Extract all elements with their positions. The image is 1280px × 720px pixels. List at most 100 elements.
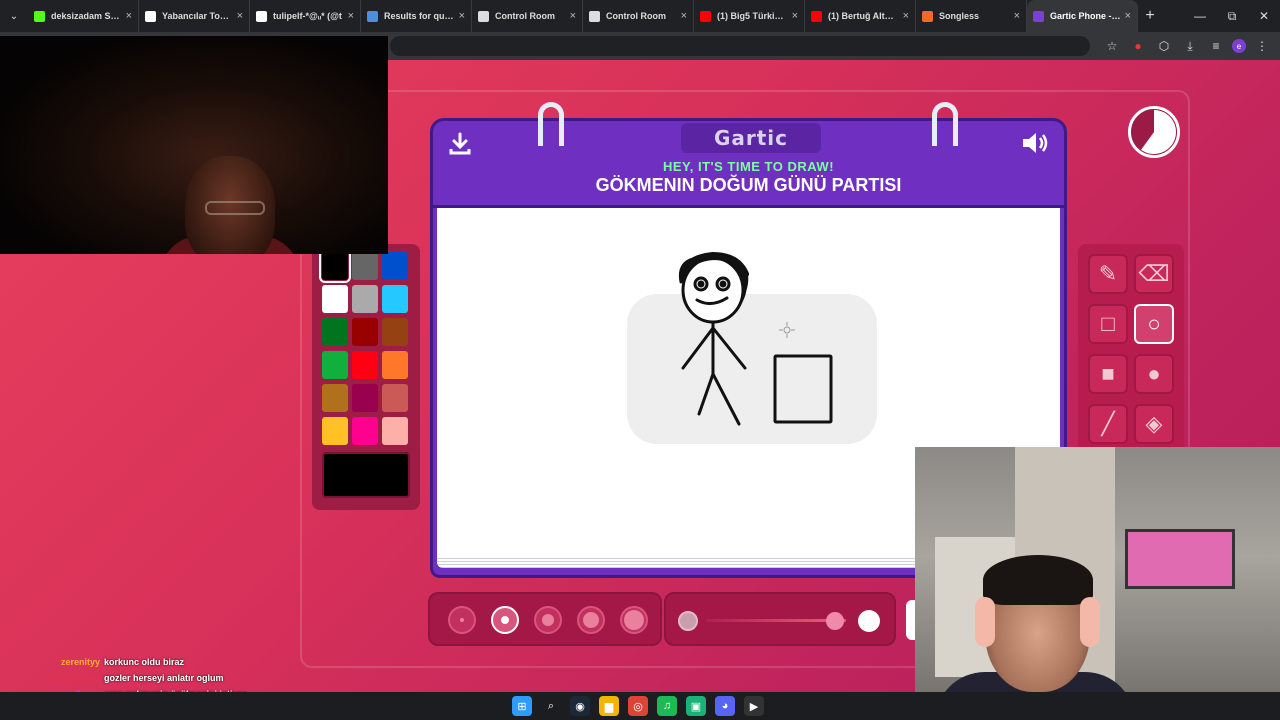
brush-size-option[interactable] [448,606,476,634]
chat-text: gozler herseyi anlatır oglum [104,673,224,683]
tab-close-icon[interactable]: × [903,10,909,22]
brush-size-option[interactable] [620,606,648,634]
browser-tab[interactable]: (1) Big5 Türkiye | × [694,0,805,32]
tab-close-icon[interactable]: × [681,10,687,22]
browser-tab[interactable]: Control Room × [583,0,694,32]
tab-title: Yabancılar Toplulu [162,11,233,21]
windows-start-icon[interactable]: ⊞ [512,696,532,716]
color-swatch[interactable] [322,285,348,313]
browser-tab[interactable]: deksizadam Strea × [28,0,139,32]
tab-favicon-icon [478,10,489,22]
brush-size-bar [428,592,662,646]
brush-size-option[interactable] [534,606,562,634]
current-color-preview [322,452,410,498]
steam-icon[interactable]: ◉ [570,696,590,716]
discord-icon[interactable]: ◕ [715,696,735,716]
color-swatch[interactable] [352,252,378,280]
color-swatch[interactable] [352,318,378,346]
tab-title: Control Room [606,11,666,21]
color-swatch[interactable] [352,417,378,445]
bookmark-star-icon[interactable]: ☆ [1102,36,1122,56]
browser-tab[interactable]: (1) Bertuğ Altan - × [805,0,916,32]
color-swatch[interactable] [319,249,351,283]
tool-panel: ✎ ⌫ □ ○ ■ ● ╱ ◈ [1078,244,1184,454]
opacity-low-icon [678,611,698,631]
extensions-icon[interactable]: ⬡ [1154,36,1174,56]
app-icon[interactable]: ▣ [686,696,706,716]
profile-avatar[interactable]: e [1232,39,1246,53]
color-palette [312,244,420,510]
browser-tab[interactable]: Control Room × [472,0,583,32]
rectangle-outline-tool[interactable]: □ [1088,304,1128,344]
color-swatch[interactable] [382,285,408,313]
round-timer [1128,106,1180,158]
tab-title: Results for quiz h [384,11,455,21]
tab-title: deksizadam Strea [51,11,122,21]
fill-bucket-tool[interactable]: ◈ [1134,404,1174,444]
record-icon[interactable]: ● [1128,36,1148,56]
brush-size-option[interactable] [491,606,519,634]
circle-outline-icon: ○ [1147,311,1161,336]
color-swatch[interactable] [352,351,378,379]
tab-search-button[interactable]: ⌄ [0,0,28,32]
color-swatch[interactable] [382,384,408,412]
address-bar[interactable] [390,36,1090,56]
color-swatch[interactable] [382,417,408,445]
browser-menu-icon[interactable]: ⋮ [1252,36,1272,56]
brush-size-option[interactable] [577,606,605,634]
tab-close-icon[interactable]: × [792,10,798,22]
rectangle-fill-tool[interactable]: ■ [1088,354,1128,394]
color-swatch[interactable] [382,351,408,379]
circle-fill-icon: ● [1147,361,1161,386]
downloads-icon[interactable]: ⤓ [1180,36,1200,56]
tab-close-icon[interactable]: × [1125,10,1131,22]
tab-close-icon[interactable]: × [570,10,576,22]
opacity-slider[interactable] [664,592,896,646]
color-swatch[interactable] [382,318,408,346]
tab-close-icon[interactable]: × [459,10,465,22]
chrome-icon[interactable]: ◎ [628,696,648,716]
color-swatch[interactable] [322,351,348,379]
close-window-button[interactable]: ✕ [1248,0,1280,32]
cam1-glasses [205,201,265,215]
tab-close-icon[interactable]: × [1014,10,1020,22]
color-swatch[interactable] [322,318,348,346]
tab-favicon-icon [256,10,267,22]
spotify-icon[interactable]: ♫ [657,696,677,716]
cam2-person-hair [983,555,1093,605]
tab-favicon-icon [1033,10,1044,22]
color-swatch[interactable] [322,417,348,445]
eraser-tool[interactable]: ⌫ [1134,254,1174,294]
opacity-handle[interactable] [825,612,844,630]
volume-icon[interactable] [1020,129,1050,157]
media-player-icon[interactable]: ▶ [744,696,764,716]
media-control-icon[interactable]: ≡ [1206,36,1226,56]
line-tool[interactable]: ╱ [1088,404,1128,444]
color-swatch[interactable] [322,384,348,412]
browser-tab[interactable]: Yabancılar Toplulu × [139,0,250,32]
color-swatch[interactable] [382,252,408,280]
color-swatch[interactable] [352,285,378,313]
timer-remaining-wedge [1141,110,1176,154]
download-icon[interactable] [447,131,473,157]
ellipse-outline-tool[interactable]: ○ [1134,304,1174,344]
tab-close-icon[interactable]: × [237,10,243,22]
tab-title: Songless [939,11,980,21]
browser-tab[interactable]: Songless × [916,0,1027,32]
pencil-tool[interactable]: ✎ [1088,254,1128,294]
browser-tab[interactable]: Results for quiz h × [361,0,472,32]
tab-close-icon[interactable]: × [348,10,354,22]
ellipse-fill-tool[interactable]: ● [1134,354,1174,394]
file-explorer-icon[interactable]: ▆ [599,696,619,716]
binder-ring-left [538,102,564,146]
restore-button[interactable]: ⧉ [1216,0,1248,32]
color-swatch[interactable] [352,384,378,412]
minimize-button[interactable]: — [1184,0,1216,32]
tab-close-icon[interactable]: × [126,10,132,22]
search-icon[interactable]: ⌕ [541,696,561,716]
chat-message: zerenityy korkunc oldu biraz [0,654,300,670]
new-tab-button[interactable]: + [1138,7,1162,25]
cam2-headphone-right [1080,597,1100,647]
browser-tab[interactable]: tulipelf-*@ᵤ* (@t × [250,0,361,32]
browser-tab[interactable]: Gartic Phone - Th × [1027,0,1138,32]
